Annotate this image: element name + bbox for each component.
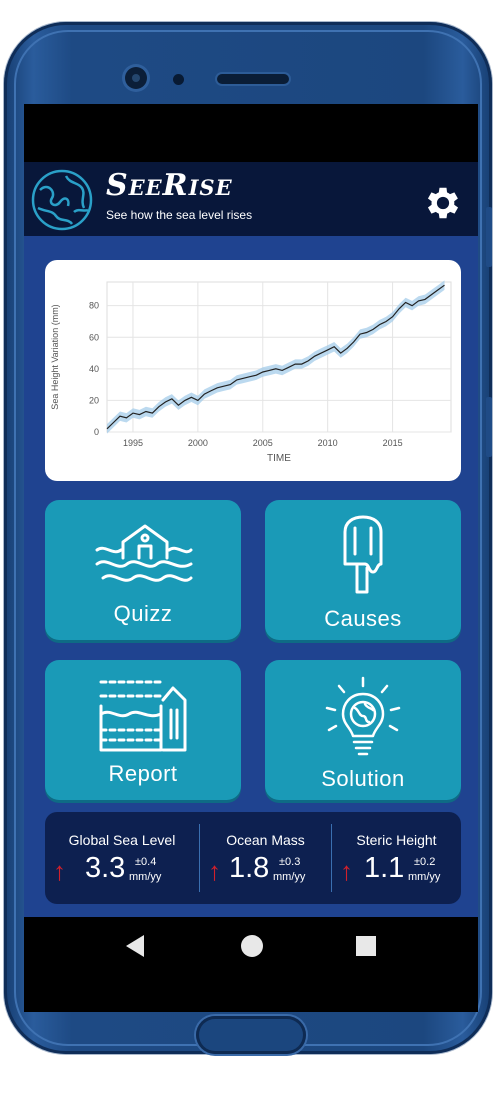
- y-tick-label: 20: [89, 395, 99, 405]
- home-icon[interactable]: [241, 935, 263, 957]
- stat-value: 3.3: [85, 852, 126, 884]
- stat-ocean-mass: Ocean Mass ↑ 1.8 ±0.3 mm/yy: [200, 812, 331, 904]
- earpiece-speaker: [217, 74, 289, 84]
- report-label: Report: [108, 761, 178, 786]
- stat-label: Ocean Mass: [226, 832, 305, 848]
- stat-steric-height: Steric Height ↑ 1.1 ±0.2 mm/yy: [332, 812, 461, 904]
- melting-popsicle-icon: [343, 515, 383, 594]
- solution-label: Solution: [321, 766, 405, 791]
- stat-label: Global Sea Level: [68, 832, 176, 848]
- gear-icon[interactable]: [422, 182, 464, 224]
- x-tick-label: 1995: [123, 438, 143, 448]
- causes-tile[interactable]: Causes: [265, 500, 461, 640]
- phone-frame: SeeRise See how the sea level rises 0 20 4…: [4, 22, 492, 1054]
- phone-screen: SeeRise See how the sea level rises 0 20 4…: [24, 104, 478, 1012]
- quizz-label: Quizz: [113, 601, 173, 626]
- arrow-up-icon: ↑: [53, 856, 66, 886]
- volume-button: [486, 207, 492, 267]
- flooded-house-icon: [95, 524, 193, 582]
- x-tick-label: 2005: [253, 438, 273, 448]
- stat-uncertainty: ±0.4: [135, 856, 157, 868]
- stat-unit: mm/yy: [408, 871, 441, 883]
- y-tick-label: 60: [89, 332, 99, 342]
- android-nav-bar: [24, 917, 478, 1012]
- y-axis-label: Sea Height Variation (mm): [50, 304, 60, 409]
- solution-tile[interactable]: Solution: [265, 660, 461, 800]
- stat-uncertainty: ±0.3: [279, 856, 301, 868]
- app-header: SeeRise See how the sea level rises: [24, 162, 478, 236]
- sea-level-chart-card: 0 20 40 60 80 1995 2000 2005 2010 2015 TIME Sea Hei…: [45, 260, 461, 481]
- y-tick-label: 80: [89, 301, 99, 311]
- stat-uncertainty: ±0.2: [414, 856, 436, 868]
- stat-value: 1.8: [229, 852, 270, 884]
- report-tile[interactable]: Report: [45, 660, 241, 800]
- stats-panel: Global Sea Level ↑ 3.3 ±0.4 mm/yy Ocean …: [45, 812, 461, 904]
- sea-level-chart: 0 20 40 60 80 1995 2000 2005 2010 2015 TIME Sea Hei…: [50, 280, 452, 464]
- back-icon[interactable]: [126, 935, 144, 957]
- stat-value: 1.1: [364, 852, 405, 884]
- stat-label: Steric Height: [356, 832, 437, 848]
- home-button[interactable]: [196, 1016, 306, 1054]
- app-tagline: See how the sea level rises: [106, 208, 253, 222]
- y-tick-label: 40: [89, 364, 99, 374]
- globe-logo-icon: [31, 169, 93, 231]
- x-tick-label: 2010: [318, 438, 338, 448]
- app-body: 0 20 40 60 80 1995 2000 2005 2010 2015 TIME Sea Hei…: [24, 236, 478, 917]
- stat-unit: mm/yy: [273, 871, 306, 883]
- causes-label: Causes: [324, 606, 402, 631]
- power-button: [486, 397, 492, 457]
- arrow-up-icon: ↑: [340, 856, 353, 886]
- front-camera: [125, 67, 147, 89]
- x-tick-label: 2000: [188, 438, 208, 448]
- idea-bulb-globe-icon: [325, 676, 401, 756]
- x-axis-label: TIME: [267, 453, 291, 464]
- x-tick-label: 2015: [383, 438, 403, 448]
- flooded-building-icon: [99, 680, 187, 752]
- arrow-up-icon: ↑: [208, 856, 221, 886]
- proximity-sensor: [173, 74, 184, 85]
- app-title: SeeRise: [106, 168, 233, 203]
- recent-apps-icon[interactable]: [356, 936, 376, 956]
- y-tick-label: 0: [94, 427, 99, 437]
- app-window: SeeRise See how the sea level rises 0 20 4…: [24, 162, 478, 917]
- stat-global-sea-level: Global Sea Level ↑ 3.3 ±0.4 mm/yy: [45, 812, 199, 904]
- quizz-tile[interactable]: Quizz: [45, 500, 241, 640]
- stat-unit: mm/yy: [129, 871, 162, 883]
